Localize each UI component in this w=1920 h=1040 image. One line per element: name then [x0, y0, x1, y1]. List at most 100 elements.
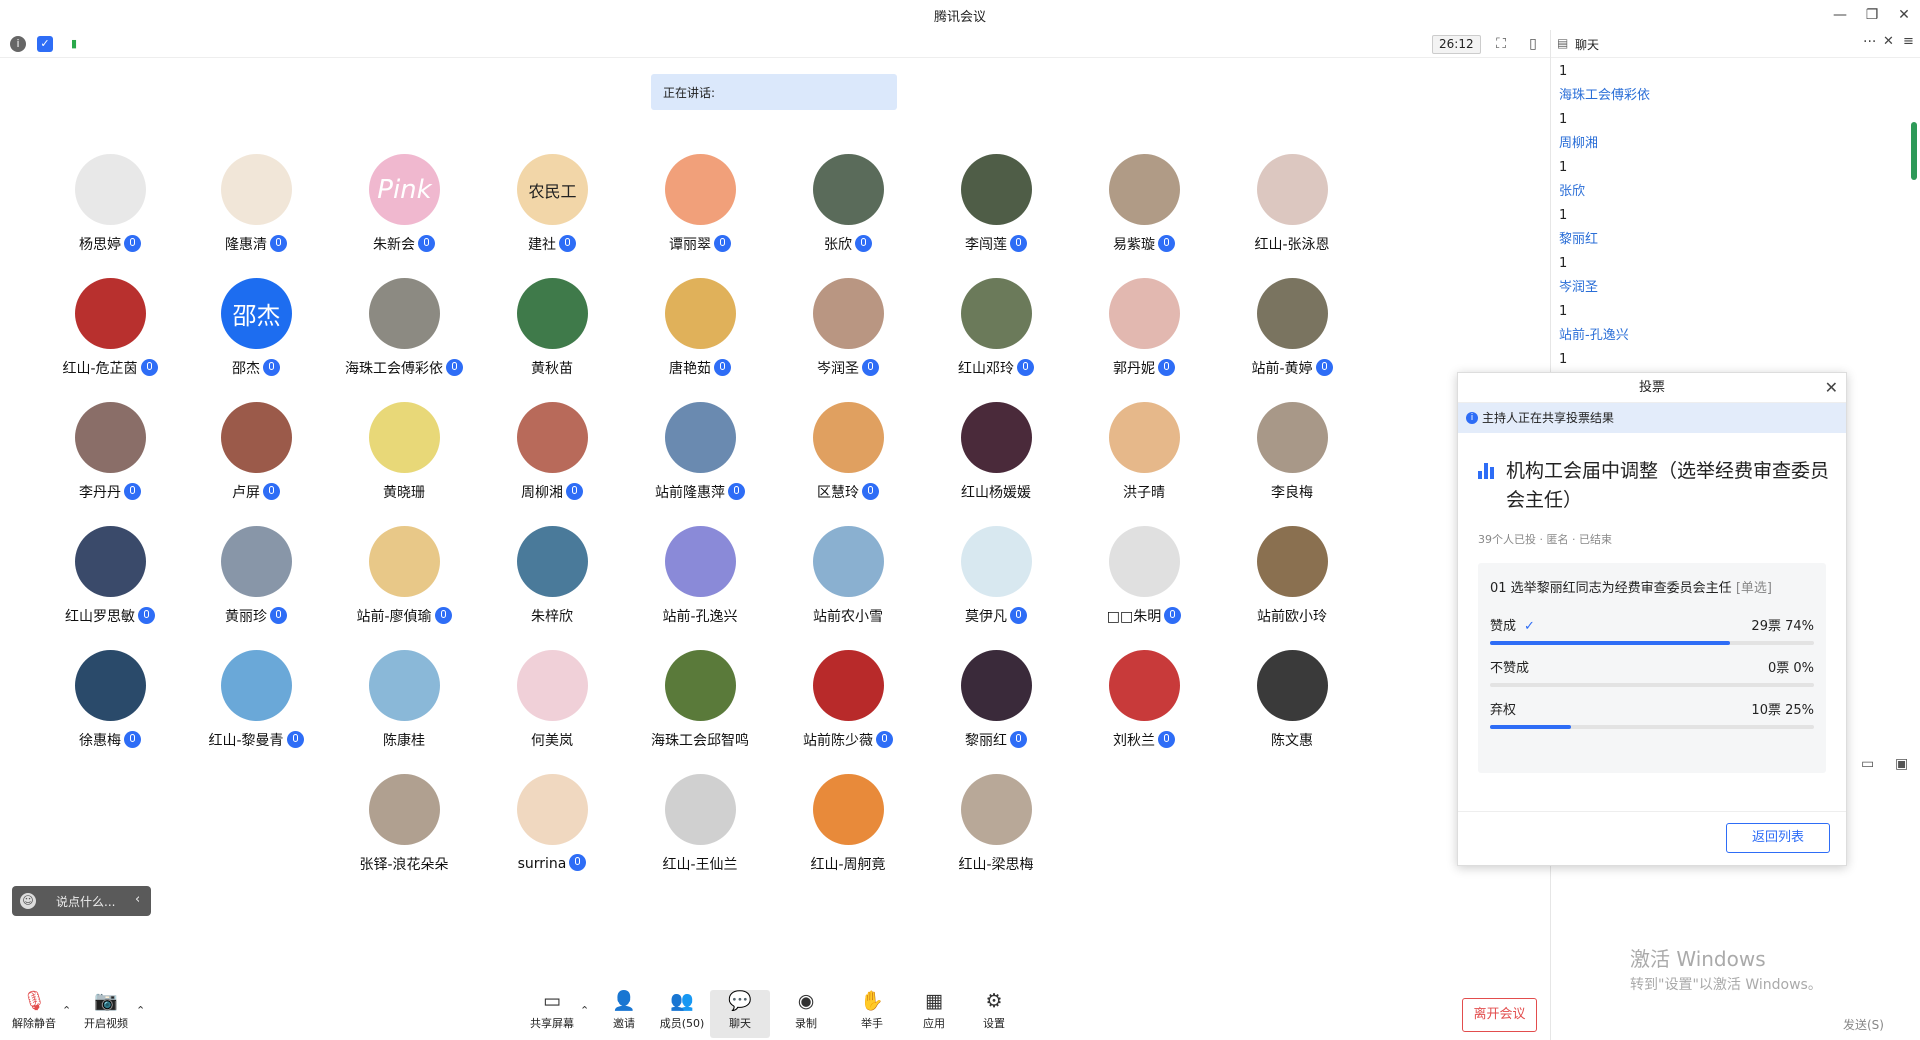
participant-tile[interactable]: surrina	[478, 770, 626, 880]
say-something-box[interactable]: ☺ 说点什么... ‹	[12, 886, 151, 916]
close-button[interactable]: ✕	[1890, 4, 1918, 26]
participant-tile[interactable]: 周柳湘	[478, 398, 626, 508]
participant-tile[interactable]: 红山-危芷茵	[36, 274, 184, 384]
participant-tile[interactable]: 易紫璇	[1070, 150, 1218, 260]
fullscreen-icon[interactable]: ⛶	[1492, 35, 1510, 53]
participant-tile[interactable]: 何美岚	[478, 646, 626, 756]
invite-button[interactable]: 👤 邀请	[594, 990, 654, 1038]
participant-tile[interactable]: 隆惠清	[182, 150, 330, 260]
participant-tile[interactable]: 陈康桂	[330, 646, 478, 756]
participant-tile[interactable]: 黄丽珍	[182, 522, 330, 632]
participant-name: 黎丽红	[965, 733, 1007, 749]
participant-tile[interactable]: 站前-孔逸兴	[626, 522, 774, 632]
close-chat-icon[interactable]: ✕	[1883, 34, 1894, 49]
mic-on-icon	[418, 235, 435, 252]
participant-tile[interactable]: 黄秋苗	[478, 274, 626, 384]
participant-tile[interactable]: 李丹丹	[36, 398, 184, 508]
file-icon[interactable]: ▭	[1861, 756, 1874, 772]
members-button[interactable]: 👥 成员(50)	[652, 990, 712, 1038]
participant-tile[interactable]: 朱梓欣	[478, 522, 626, 632]
participant-tile[interactable]: 郭丹妮	[1070, 274, 1218, 384]
mic-on-icon	[446, 359, 463, 376]
unmute-button[interactable]: 🎙 解除静音	[4, 990, 64, 1038]
apps-button[interactable]: ▦ 应用	[904, 990, 964, 1038]
screenshot-icon[interactable]: ▣	[1895, 756, 1908, 772]
participant-tile[interactable]: 黎丽红	[922, 646, 1070, 756]
participant-tile[interactable]: 红山邓玲	[922, 274, 1070, 384]
raise-hand-button[interactable]: ✋ 举手	[842, 990, 902, 1038]
participant-tile[interactable]: 卢屏	[182, 398, 330, 508]
participant-tile[interactable]: 站前隆惠萍	[626, 398, 774, 508]
participant-tile[interactable]: 海珠工会邱智鸣	[626, 646, 774, 756]
participant-tile[interactable]: 唐艳茹	[626, 274, 774, 384]
emoji-icon[interactable]: ☺	[20, 893, 36, 909]
participant-tile[interactable]: 红山罗思敏	[36, 522, 184, 632]
menu-icon[interactable]: ≡	[1903, 34, 1914, 49]
signal-icon[interactable]: ▮	[66, 36, 82, 52]
poll-window-title: 投票	[1638, 380, 1665, 395]
participant-tile[interactable]: 海珠工会傅彩依	[330, 274, 478, 384]
participant-tile[interactable]: 李闯莲	[922, 150, 1070, 260]
participant-tile[interactable]: 站前-黄婷	[1218, 274, 1366, 384]
chat-sender[interactable]: 站前-孔逸兴	[1559, 324, 1899, 348]
participant-tile[interactable]: 李良梅	[1218, 398, 1366, 508]
send-button[interactable]: 发送(S)	[1843, 1016, 1884, 1033]
chat-sender[interactable]: 张欣	[1559, 180, 1899, 204]
apps-label: 应用	[923, 1017, 945, 1030]
share-screen-button[interactable]: ▭ 共享屏幕	[522, 990, 582, 1038]
chat-button[interactable]: 💬 聊天	[710, 990, 770, 1038]
participant-tile[interactable]: 陈文惠	[1218, 646, 1366, 756]
record-button[interactable]: ◉ 录制	[776, 990, 836, 1038]
participant-name-row: 陈文惠	[1218, 730, 1366, 750]
participant-tile[interactable]: 徐惠梅	[36, 646, 184, 756]
participant-name-row: 黄晓珊	[330, 482, 478, 502]
participant-tile[interactable]: Pink 朱新会	[330, 150, 478, 260]
more-icon[interactable]: ···	[1863, 34, 1876, 50]
participant-tile[interactable]: □□朱明	[1070, 522, 1218, 632]
chat-sender[interactable]: 海珠工会傅彩依	[1559, 84, 1899, 108]
chat-sender[interactable]: 黎丽红	[1559, 228, 1899, 252]
chat-sender[interactable]: 周柳湘	[1559, 132, 1899, 156]
participant-tile[interactable]: 莫伊凡	[922, 522, 1070, 632]
settings-button[interactable]: ⚙ 设置	[964, 990, 1024, 1038]
start-video-button[interactable]: 📷 开启视频	[76, 990, 136, 1038]
chat-scrollbar[interactable]	[1911, 122, 1917, 180]
share-options-chevron-icon[interactable]: ⌃	[580, 1004, 589, 1017]
participant-tile[interactable]: 农民工 建社	[478, 150, 626, 260]
participant-tile[interactable]: 黄晓珊	[330, 398, 478, 508]
participant-tile[interactable]: 洪子晴	[1070, 398, 1218, 508]
participant-tile[interactable]: 站前农小雪	[774, 522, 922, 632]
poll-close-icon[interactable]: ✕	[1825, 373, 1838, 403]
participant-tile[interactable]: 站前陈少薇	[774, 646, 922, 756]
participant-tile[interactable]: 站前-廖偵瑜	[330, 522, 478, 632]
participant-tile[interactable]: 红山-王仙兰	[626, 770, 774, 880]
participant-name-row: 红山-梁思梅	[922, 854, 1070, 874]
participant-tile[interactable]: 刘秋兰	[1070, 646, 1218, 756]
chat-sender[interactable]: 岑润圣	[1559, 276, 1899, 300]
participant-tile[interactable]: 谭丽翠	[626, 150, 774, 260]
participant-tile[interactable]: 红山-黎曼青	[182, 646, 330, 756]
participant-tile[interactable]: 红山-梁思梅	[922, 770, 1070, 880]
participant-tile[interactable]: 红山杨媛媛	[922, 398, 1070, 508]
layout-icon[interactable]: ▯	[1524, 35, 1542, 53]
video-options-chevron-icon[interactable]: ⌃	[136, 1004, 145, 1017]
participant-tile[interactable]: 张欣	[774, 150, 922, 260]
participant-tile[interactable]: 岑润圣	[774, 274, 922, 384]
minimize-button[interactable]: —	[1826, 4, 1854, 26]
mic-on-icon	[434, 607, 452, 624]
participant-tile[interactable]: 邵杰 邵杰	[182, 274, 330, 384]
maximize-button[interactable]: ❐	[1858, 4, 1886, 26]
participant-tile[interactable]: 杨思婷	[36, 150, 184, 260]
leave-meeting-button[interactable]: 离开会议	[1462, 998, 1537, 1032]
collapse-arrow-icon[interactable]: ‹	[135, 892, 140, 907]
participant-name: 洪子晴	[1123, 485, 1165, 501]
audio-options-chevron-icon[interactable]: ⌃	[62, 1004, 71, 1017]
participant-tile[interactable]: 站前欧小玲	[1218, 522, 1366, 632]
participant-tile[interactable]: 区慧玲	[774, 398, 922, 508]
info-icon[interactable]: i	[10, 36, 26, 52]
participant-tile[interactable]: 红山-周舸竟	[774, 770, 922, 880]
participant-tile[interactable]: 红山-张泳恩	[1218, 150, 1366, 260]
back-to-list-button[interactable]: 返回列表	[1726, 823, 1830, 853]
participant-tile[interactable]: 张铎-浪花朵朵	[330, 770, 478, 880]
shield-icon[interactable]: ✓	[37, 36, 53, 52]
